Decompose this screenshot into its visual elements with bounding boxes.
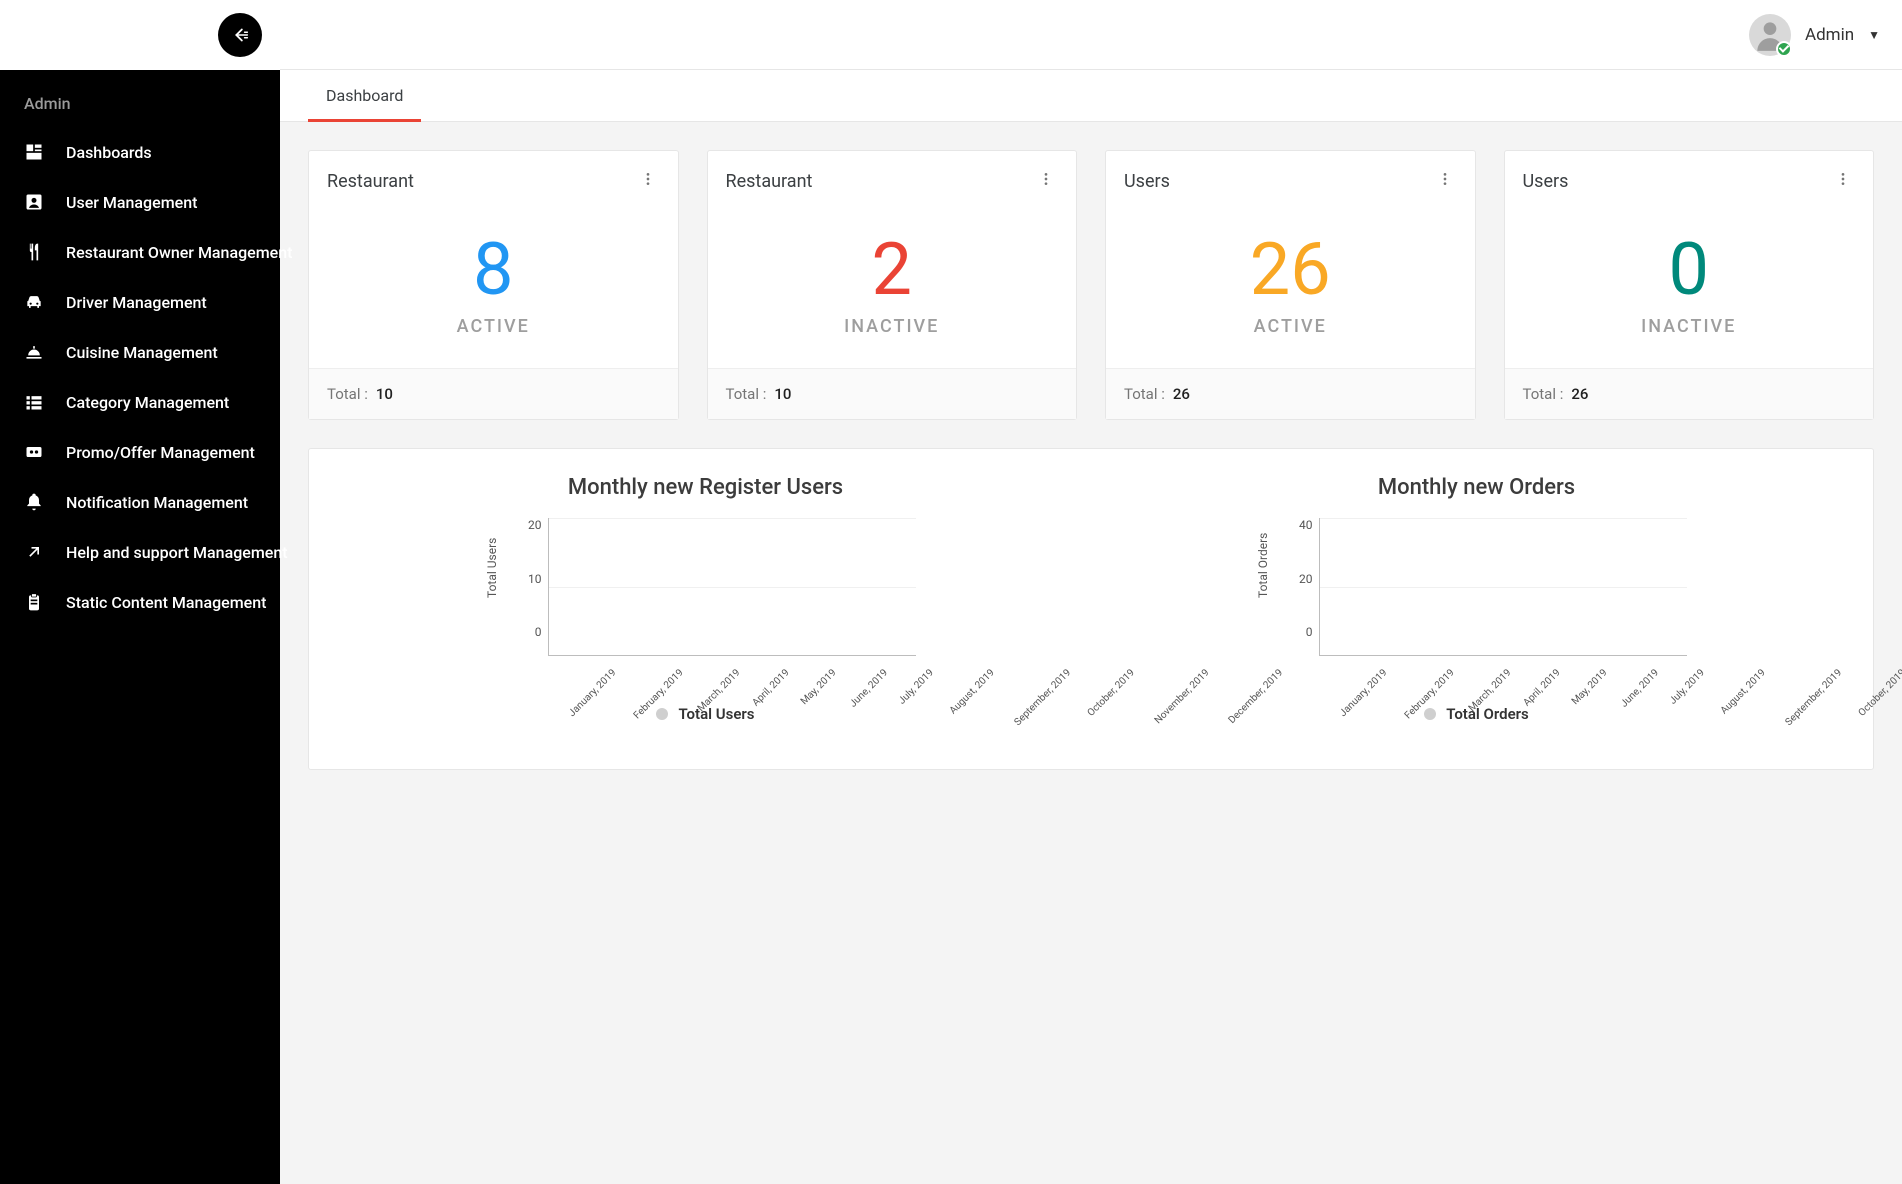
card-value: 0 [1669, 234, 1709, 306]
chart-plot: Total Users20100January, 2019February, 2… [496, 518, 916, 677]
sidebar-item-label: Static Content Management [66, 593, 266, 612]
chart-title: Monthly new Orders [1378, 475, 1575, 500]
clipboard-icon [24, 592, 44, 612]
card-total-value: 26 [1173, 385, 1190, 403]
card-value: 8 [473, 234, 513, 306]
topbar: Admin ▼ [280, 0, 1902, 70]
chart-plot: Total Orders40200January, 2019February, … [1267, 518, 1687, 677]
card-status: ACTIVE [1254, 316, 1327, 337]
sidebar: Admin Dashboards User Management Restauran… [0, 0, 280, 1184]
card-menu-button[interactable] [636, 167, 660, 195]
stat-card: Users 26 ACTIVE Total : 26 [1105, 150, 1476, 420]
sidebar-item-restaurant[interactable]: Restaurant Owner Management [0, 227, 280, 277]
user-menu-caret[interactable]: ▼ [1868, 28, 1880, 42]
online-status-badge [1776, 41, 1792, 57]
sidebar-item-label: Promo/Offer Management [66, 443, 255, 462]
tabs: Dashboard [280, 70, 1902, 122]
card-menu-button[interactable] [1034, 167, 1058, 195]
bell-icon [24, 492, 44, 512]
sidebar-item-clipboard[interactable]: Static Content Management [0, 577, 280, 627]
sidebar-collapse-button[interactable] [218, 13, 262, 57]
sidebar-item-label: Cuisine Management [66, 343, 218, 362]
sidebar-header [0, 0, 280, 70]
account-box-icon [24, 192, 44, 212]
user-name: Admin [1805, 25, 1854, 45]
sidebar-item-dashboard[interactable]: Dashboards [0, 127, 280, 177]
arrow-up-right-icon [24, 542, 44, 562]
car-icon [24, 292, 44, 312]
collapse-icon [229, 24, 251, 46]
card-title: Restaurant [327, 171, 414, 192]
user-avatar[interactable] [1749, 14, 1791, 56]
stat-card: Restaurant 8 ACTIVE Total : 10 [308, 150, 679, 420]
card-menu-button[interactable] [1831, 167, 1855, 195]
card-total-value: 10 [376, 385, 393, 403]
promo-icon [24, 442, 44, 462]
tab-dashboard[interactable]: Dashboard [308, 70, 421, 121]
sidebar-item-arrow-up-right[interactable]: Help and support Management [0, 527, 280, 577]
y-ticks: 40200 [1285, 518, 1313, 639]
card-title: Restaurant [726, 171, 813, 192]
sidebar-item-bell[interactable]: Notification Management [0, 477, 280, 527]
legend-dot-icon [1424, 708, 1436, 720]
sidebar-item-car[interactable]: Driver Management [0, 277, 280, 327]
card-total-value: 10 [774, 385, 791, 403]
sidebar-item-label: Help and support Management [66, 543, 288, 562]
card-menu-button[interactable] [1433, 167, 1457, 195]
stat-cards: Restaurant 8 ACTIVE Total : 10 Restaurant 2 INA… [308, 150, 1874, 420]
x-labels: January, 2019February, 2019March, 2019Ap… [548, 656, 916, 677]
card-title: Users [1523, 171, 1569, 192]
sidebar-item-food[interactable]: Cuisine Management [0, 327, 280, 377]
y-axis-label: Total Orders [1256, 532, 1270, 597]
sidebar-item-promo[interactable]: Promo/Offer Management [0, 427, 280, 477]
sidebar-item-account-box[interactable]: User Management [0, 177, 280, 227]
charts-panel: Monthly new Register UsersTotal Users201… [308, 448, 1874, 770]
restaurant-icon [24, 242, 44, 262]
sidebar-section-label: Admin [0, 70, 280, 127]
chart-1: Monthly new OrdersTotal Orders40200Janua… [1106, 475, 1847, 723]
card-value: 2 [872, 234, 912, 306]
card-status: ACTIVE [457, 316, 530, 337]
list-icon [24, 392, 44, 412]
sidebar-item-label: Category Management [66, 393, 229, 412]
y-ticks: 20100 [514, 518, 542, 639]
sidebar-nav: Dashboards User Management Restaurant Owne… [0, 127, 280, 639]
sidebar-item-label: User Management [66, 193, 197, 212]
stat-card: Restaurant 2 INACTIVE Total : 10 [707, 150, 1078, 420]
stat-card: Users 0 INACTIVE Total : 26 [1504, 150, 1875, 420]
card-title: Users [1124, 171, 1170, 192]
card-value: 26 [1250, 234, 1331, 306]
legend-dot-icon [656, 708, 668, 720]
chart-0: Monthly new Register UsersTotal Users201… [335, 475, 1076, 723]
sidebar-item-label: Dashboards [66, 143, 152, 162]
card-total-label: Total : [726, 385, 767, 403]
card-total-value: 26 [1571, 385, 1588, 403]
card-total-label: Total : [1523, 385, 1564, 403]
y-axis-label: Total Users [485, 537, 499, 597]
dashboard-icon [24, 142, 44, 162]
card-status: INACTIVE [1641, 316, 1736, 337]
sidebar-item-label: Restaurant Owner Management [66, 243, 292, 262]
chart-title: Monthly new Register Users [568, 475, 843, 500]
card-total-label: Total : [1124, 385, 1165, 403]
sidebar-item-label: Driver Management [66, 293, 207, 312]
card-total-label: Total : [327, 385, 368, 403]
sidebar-item-label: Notification Management [66, 493, 248, 512]
card-status: INACTIVE [844, 316, 939, 337]
sidebar-item-list[interactable]: Category Management [0, 377, 280, 427]
food-icon [24, 342, 44, 362]
x-labels: January, 2019February, 2019March, 2019Ap… [1319, 656, 1687, 677]
